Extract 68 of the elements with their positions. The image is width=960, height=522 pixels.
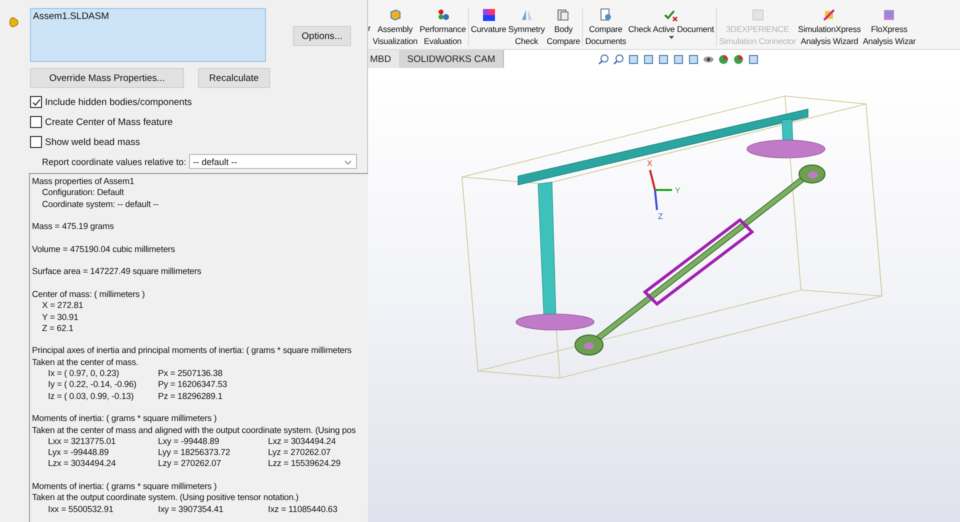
checkmark-icon [664, 8, 678, 22]
report-value: Px = 2507136.38 [158, 368, 224, 380]
report-line: Principal axes of inertia and principal moments of inertia: ( grams * square millimeters [32, 345, 353, 357]
report-line: Taken at the output coordinate system. (Using positive tensor notation.) [32, 492, 300, 504]
report-value: Iy = ( 0.22, -0.14, -0.96) [48, 379, 138, 391]
axis-triad-drawing: X Y Z [647, 159, 680, 221]
document-compare-icon [598, 8, 613, 22]
checkbox[interactable] [30, 116, 42, 128]
toolbar-button[interactable]: r [368, 8, 372, 34]
report-value: Ix = ( 0.97, 0, 0.23) [48, 368, 120, 380]
report-value: Ixx = 5500532.91 [48, 504, 114, 515]
report-value: Py = 16206347.53 [158, 379, 228, 391]
toolbar-button[interactable]: Performance Evaluation [418, 8, 467, 47]
report-line: Moments of inertia: ( grams * square millimeters ) [32, 413, 218, 425]
checkbox[interactable] [30, 136, 42, 148]
eye-icon[interactable] [703, 54, 714, 64]
toolbar-button[interactable]: Assembly Visualization [372, 8, 419, 47]
report-value: Lzy = 270262.07 [158, 458, 222, 470]
zoom-icon[interactable] [598, 54, 610, 64]
checkbox-label: Show weld bead mass [45, 136, 140, 148]
toolbar-button[interactable]: Body Compare [546, 8, 582, 47]
coordinate-dropdown[interactable]: -- default -- [189, 154, 358, 169]
toolbar-button[interactable]: SimulationXpress Analysis Wizard [797, 8, 862, 47]
document-icon [556, 8, 570, 22]
toolbar-button[interactable]: FloXpress Analysis Wizar [862, 8, 917, 47]
report-line: Mass = 475.19 grams [32, 221, 115, 232]
report-value: Pz = 18296289.1 [158, 390, 224, 402]
report-line: Center of mass: ( millimeters ) [32, 288, 146, 300]
tab[interactable]: SOLIDWORKS CAM [399, 50, 504, 68]
chevron-icon [344, 160, 352, 165]
report-line: Taken at the center of mass. [32, 356, 140, 368]
report-value: Lxx = 3213775.01 [48, 436, 117, 448]
report-line: Moments of inertia: ( grams * square millimeters ) [32, 481, 218, 492]
gradient-square-icon [482, 8, 496, 22]
zoom-area-icon[interactable] [613, 54, 624, 64]
report-value: Lzx = 3034494.24 [48, 458, 117, 470]
toolbar-button[interactable]: Symmetry Check [507, 8, 546, 47]
report-value: Lyz = 270262.07 [268, 447, 332, 458]
report-line: Taken at the center of mass and aligned with the output coordinate system. (Using pos [32, 424, 357, 436]
mirror-icon [520, 8, 534, 22]
report-line: Y = 30.91 [41, 312, 80, 323]
report-value: Ixy = 3907354.41 [158, 504, 224, 515]
report-line: Configuration: Default [41, 187, 125, 199]
report-line: Surface area = 147227.49 square millimeters [32, 266, 202, 278]
report-value: Lyx = -99448.89 [48, 447, 110, 458]
report-line: X = 272.81 [41, 300, 84, 312]
report-line: Z = 62.1 [41, 322, 74, 334]
report-value: Ixz = 11085440.63 [268, 504, 338, 515]
report-value: Iz = ( 0.03, 0.99, -0.13) [48, 390, 135, 402]
report-value: Lyy = 18256373.72 [158, 447, 232, 458]
report-value: Lxz = 3034494.24 [268, 436, 337, 448]
selection-list[interactable]: Assem1.SLDASM [30, 8, 266, 62]
toolbar-button[interactable]: Check Active Document [627, 8, 715, 39]
override-mass-properties-button[interactable]: Override Mass Properties... [30, 68, 184, 88]
toolbar-button[interactable]: Compare Documents [584, 8, 628, 47]
toolbar-button[interactable]: Curvature [470, 8, 508, 35]
options-button[interactable]: Options... [293, 26, 351, 46]
report-value: Lxy = -99448.89 [158, 436, 220, 448]
coordinate-label: Report coordinate values relative to: [42, 156, 186, 166]
checkbox-label: Include hidden bodies/components [45, 96, 192, 108]
report-line: Coordinate system: -- default -- [41, 198, 160, 210]
recalculate-button[interactable]: Recalculate [198, 68, 270, 88]
tab[interactable]: MBD [368, 50, 400, 68]
report-value: Lzz = 15539624.29 [268, 458, 342, 470]
checkbox[interactable] [30, 96, 42, 108]
report-line: Volume = 475190.04 cubic millimeters [32, 244, 176, 256]
report-line: Mass properties of Assem1 [32, 176, 136, 188]
checkbox-label: Create Center of Mass feature [45, 116, 173, 128]
